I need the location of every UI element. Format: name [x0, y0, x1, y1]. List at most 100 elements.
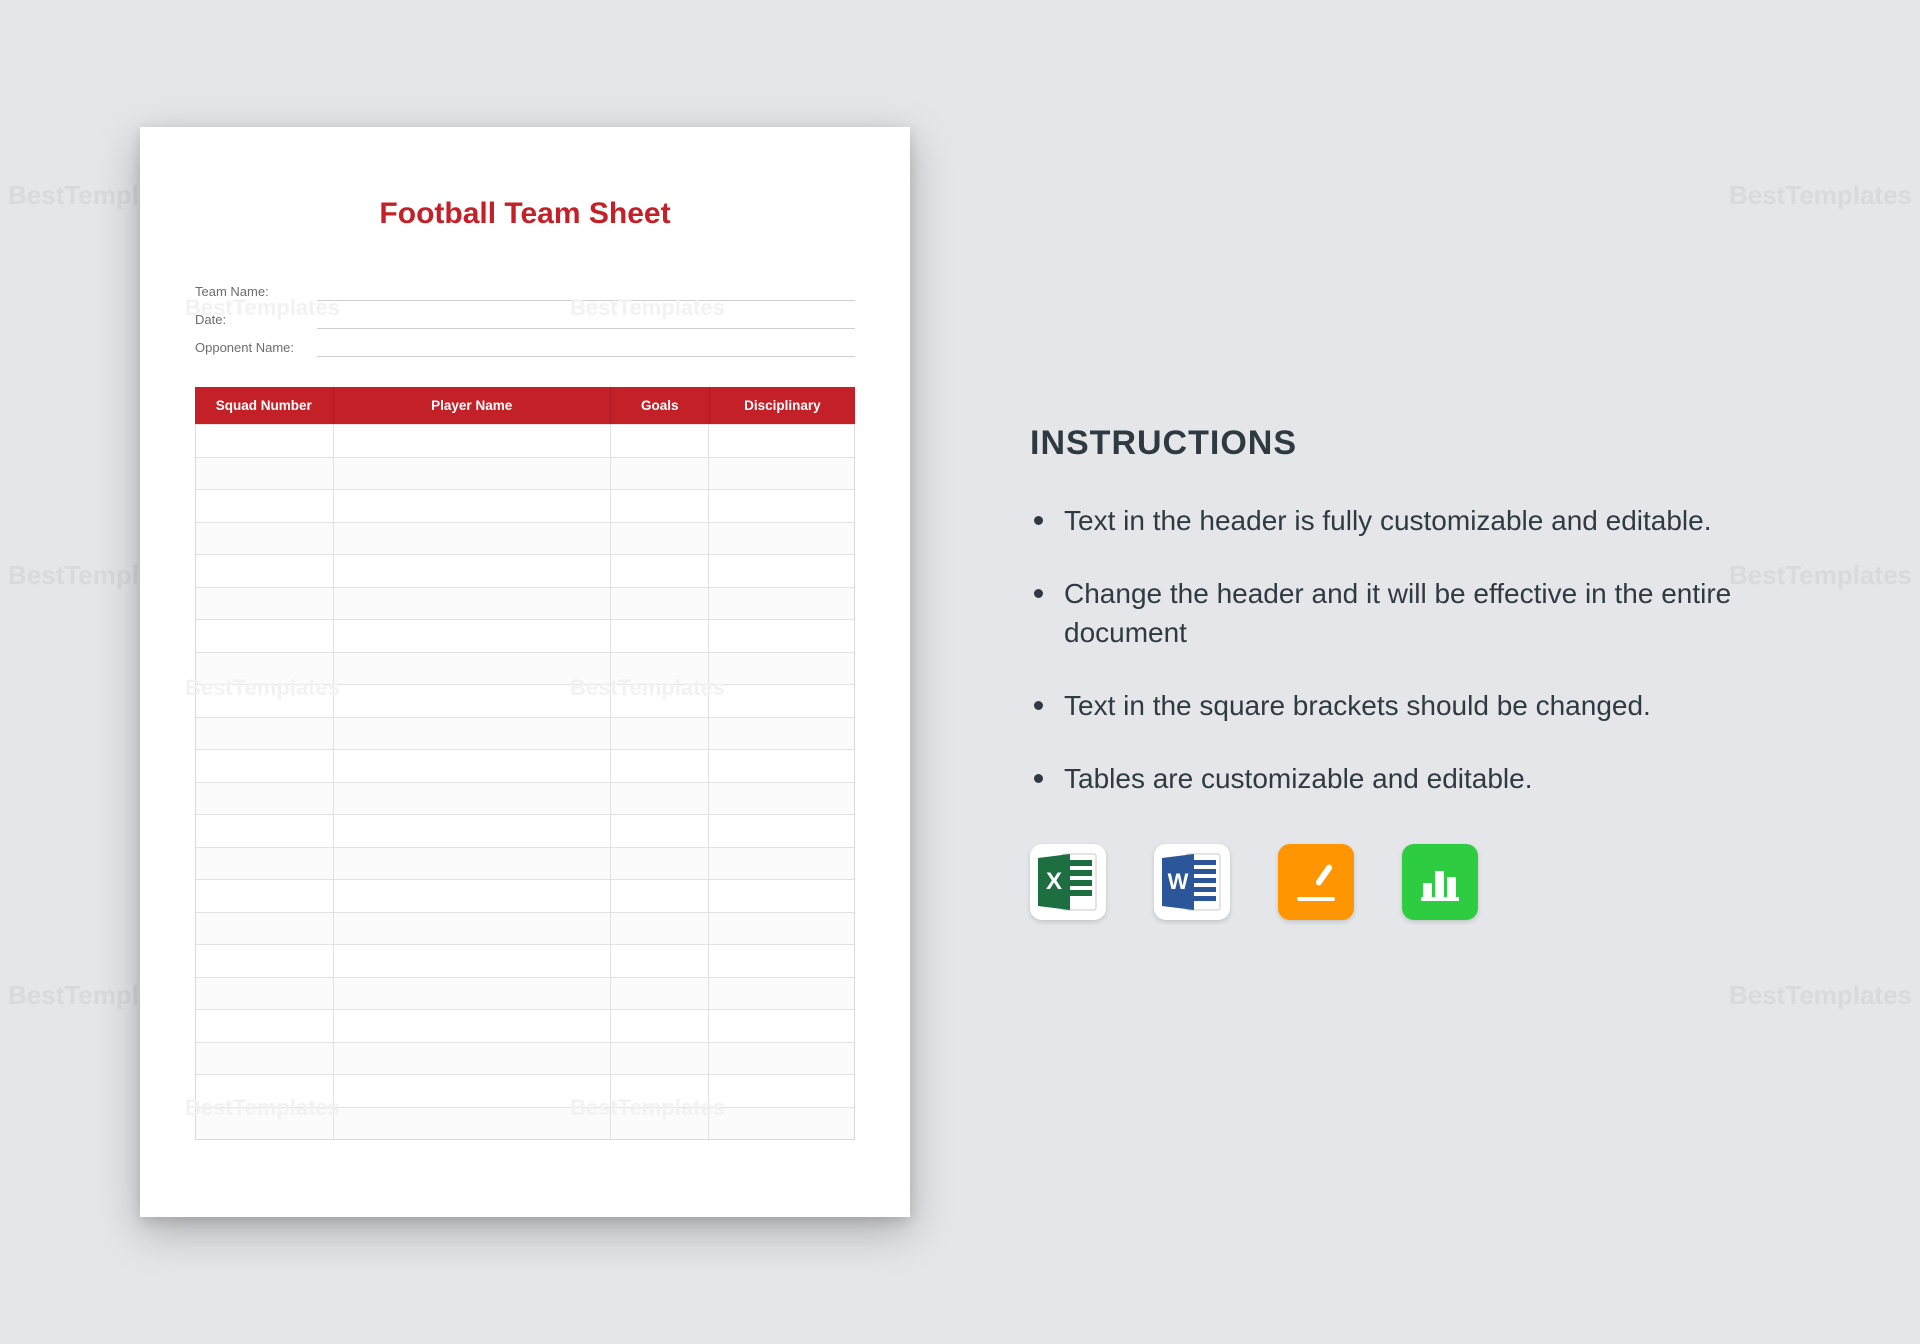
table-cell — [611, 944, 710, 977]
table-cell — [196, 1042, 334, 1075]
table-cell — [196, 522, 334, 555]
team-sheet-table: Squad Number Player Name Goals Disciplin… — [195, 387, 855, 1140]
word-icon: W — [1154, 844, 1230, 920]
table-cell — [196, 814, 334, 847]
field-label: Date: — [195, 312, 317, 327]
table-cell — [611, 619, 710, 652]
table-row — [196, 554, 854, 587]
table-cell — [611, 782, 710, 815]
table-cell — [334, 879, 610, 912]
table-row — [196, 814, 854, 847]
svg-text:X: X — [1046, 868, 1062, 895]
table-cell — [334, 814, 610, 847]
table-cell — [334, 1042, 610, 1075]
table-cell — [334, 522, 610, 555]
table-cell — [334, 717, 610, 750]
table-cell — [196, 424, 334, 457]
field-blank-line — [317, 309, 855, 329]
table-cell — [334, 782, 610, 815]
field-opponent-name: Opponent Name: — [195, 333, 855, 361]
table-cell — [611, 1009, 710, 1042]
watermark: BestTemplates — [1729, 980, 1912, 1011]
table-cell — [196, 749, 334, 782]
table-cell — [196, 587, 334, 620]
table-cell — [196, 912, 334, 945]
table-row — [196, 619, 854, 652]
numbers-icon — [1402, 844, 1478, 920]
document-title: Football Team Sheet — [195, 197, 855, 231]
table-cell — [709, 424, 854, 457]
field-blank-line — [317, 281, 855, 301]
table-cell — [709, 489, 854, 522]
field-date: Date: — [195, 305, 855, 333]
table-cell — [334, 912, 610, 945]
table-cell — [196, 977, 334, 1010]
table-row — [196, 1074, 854, 1107]
table-cell — [334, 1009, 610, 1042]
table-cell — [611, 847, 710, 880]
table-cell — [334, 1107, 610, 1140]
table-cell — [611, 1074, 710, 1107]
table-cell — [611, 749, 710, 782]
pages-icon — [1278, 844, 1354, 920]
table-cell — [196, 1107, 334, 1140]
table-cell — [611, 684, 710, 717]
table-body — [195, 424, 855, 1140]
table-cell — [334, 977, 610, 1010]
field-team-name: Team Name: — [195, 277, 855, 305]
table-cell — [334, 684, 610, 717]
table-cell — [709, 587, 854, 620]
table-cell — [709, 652, 854, 685]
col-squad-number: Squad Number — [195, 387, 334, 424]
table-cell — [611, 587, 710, 620]
table-cell — [709, 1009, 854, 1042]
table-cell — [709, 717, 854, 750]
table-row — [196, 847, 854, 880]
col-disciplinary: Disciplinary — [710, 387, 855, 424]
template-page: BestTemplates BestTemplates BestTemplate… — [140, 127, 910, 1217]
table-row — [196, 1009, 854, 1042]
instruction-item: Text in the header is fully customizable… — [1030, 501, 1750, 540]
table-row — [196, 522, 854, 555]
table-cell — [709, 1074, 854, 1107]
table-cell — [709, 782, 854, 815]
field-blank-line — [317, 337, 855, 357]
table-cell — [709, 977, 854, 1010]
table-row — [196, 912, 854, 945]
instructions-panel: INSTRUCTIONS Text in the header is fully… — [1030, 424, 1750, 921]
table-cell — [709, 457, 854, 490]
col-goals: Goals — [611, 387, 710, 424]
field-label: Team Name: — [195, 284, 317, 299]
table-cell — [611, 554, 710, 587]
table-cell — [334, 749, 610, 782]
table-header-row: Squad Number Player Name Goals Disciplin… — [195, 387, 855, 424]
excel-icon: X — [1030, 844, 1106, 920]
table-cell — [196, 554, 334, 587]
table-cell — [709, 554, 854, 587]
table-cell — [196, 619, 334, 652]
table-cell — [334, 652, 610, 685]
table-row — [196, 1042, 854, 1075]
table-row — [196, 944, 854, 977]
table-cell — [196, 944, 334, 977]
table-cell — [709, 522, 854, 555]
table-cell — [611, 522, 710, 555]
table-cell — [611, 717, 710, 750]
table-cell — [611, 652, 710, 685]
form-fields: Team Name: Date: Opponent Name: — [195, 277, 855, 361]
table-row — [196, 749, 854, 782]
table-cell — [334, 944, 610, 977]
table-cell — [709, 879, 854, 912]
table-row — [196, 977, 854, 1010]
table-row — [196, 879, 854, 912]
instruction-item: Text in the square brackets should be ch… — [1030, 686, 1750, 725]
table-row — [196, 457, 854, 490]
table-cell — [611, 912, 710, 945]
table-cell — [334, 457, 610, 490]
app-icons-row: X W — [1030, 844, 1750, 920]
svg-text:W: W — [1168, 869, 1189, 894]
instruction-item: Tables are customizable and editable. — [1030, 759, 1750, 798]
table-cell — [709, 814, 854, 847]
table-row — [196, 684, 854, 717]
table-cell — [196, 1074, 334, 1107]
